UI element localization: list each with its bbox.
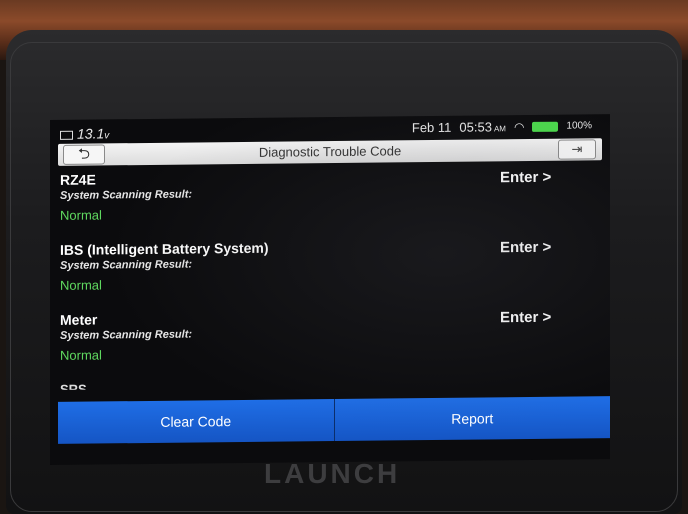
system-name: IBS (Intelligent Battery System) <box>60 239 269 258</box>
scan-result-label: System Scanning Result: <box>60 258 193 272</box>
status-time: 05:53 <box>459 119 492 135</box>
report-button[interactable]: Report <box>333 396 610 442</box>
scan-result-label: System Scanning Result: <box>60 188 193 202</box>
scan-result-label: System Scanning Result: <box>60 328 193 342</box>
scan-result-status: Normal <box>60 347 102 363</box>
enter-button[interactable]: Enter > <box>500 309 551 327</box>
system-item-ibs: IBS (Intelligent Battery System) System … <box>50 236 610 312</box>
system-item-meter: Meter System Scanning Result: Normal Ent… <box>50 306 610 382</box>
battery-percent: 100% <box>566 120 592 132</box>
system-name: RZ4E <box>60 171 96 188</box>
enter-button[interactable]: Enter > <box>500 169 551 187</box>
status-right: Feb 11 05:53 AM ◠ 100% <box>412 118 592 135</box>
voltage-value: 13.1 <box>77 125 105 142</box>
system-item-rz4e: RZ4E System Scanning Result: Normal Ente… <box>50 166 610 242</box>
system-item-partial[interactable]: SRS <box>60 382 87 390</box>
scan-result-status: Normal <box>60 207 102 223</box>
exit-icon: ⇥ <box>571 141 583 157</box>
system-name: Meter <box>60 311 98 328</box>
voltage-readout: 13.1v <box>60 125 109 142</box>
car-battery-icon <box>60 130 73 140</box>
voltage-unit: v <box>104 130 110 142</box>
system-list: RZ4E System Scanning Result: Normal Ente… <box>50 166 610 382</box>
page-title: Diagnostic Trouble Code <box>258 143 402 160</box>
exit-button[interactable]: ⇥ <box>558 139 596 160</box>
status-ampm: AM <box>493 124 506 134</box>
enter-button[interactable]: Enter > <box>500 239 551 257</box>
action-bar: Clear Code Report <box>58 396 610 444</box>
status-date: Feb 11 <box>411 119 452 136</box>
device-screen: 13.1v Feb 11 05:53 AM ◠ 100% ⮌ Diagnostic… <box>50 114 610 465</box>
clear-code-button[interactable]: Clear Code <box>58 399 334 444</box>
brand-logo: LAUNCH <box>264 458 401 489</box>
status-time-wrap: 05:53 AM <box>459 119 506 134</box>
scan-result-status: Normal <box>60 277 102 293</box>
title-bar: ⮌ Diagnostic Trouble Code ⇥ <box>58 138 602 166</box>
wifi-icon: ◠ <box>513 119 525 134</box>
battery-icon <box>532 121 559 132</box>
